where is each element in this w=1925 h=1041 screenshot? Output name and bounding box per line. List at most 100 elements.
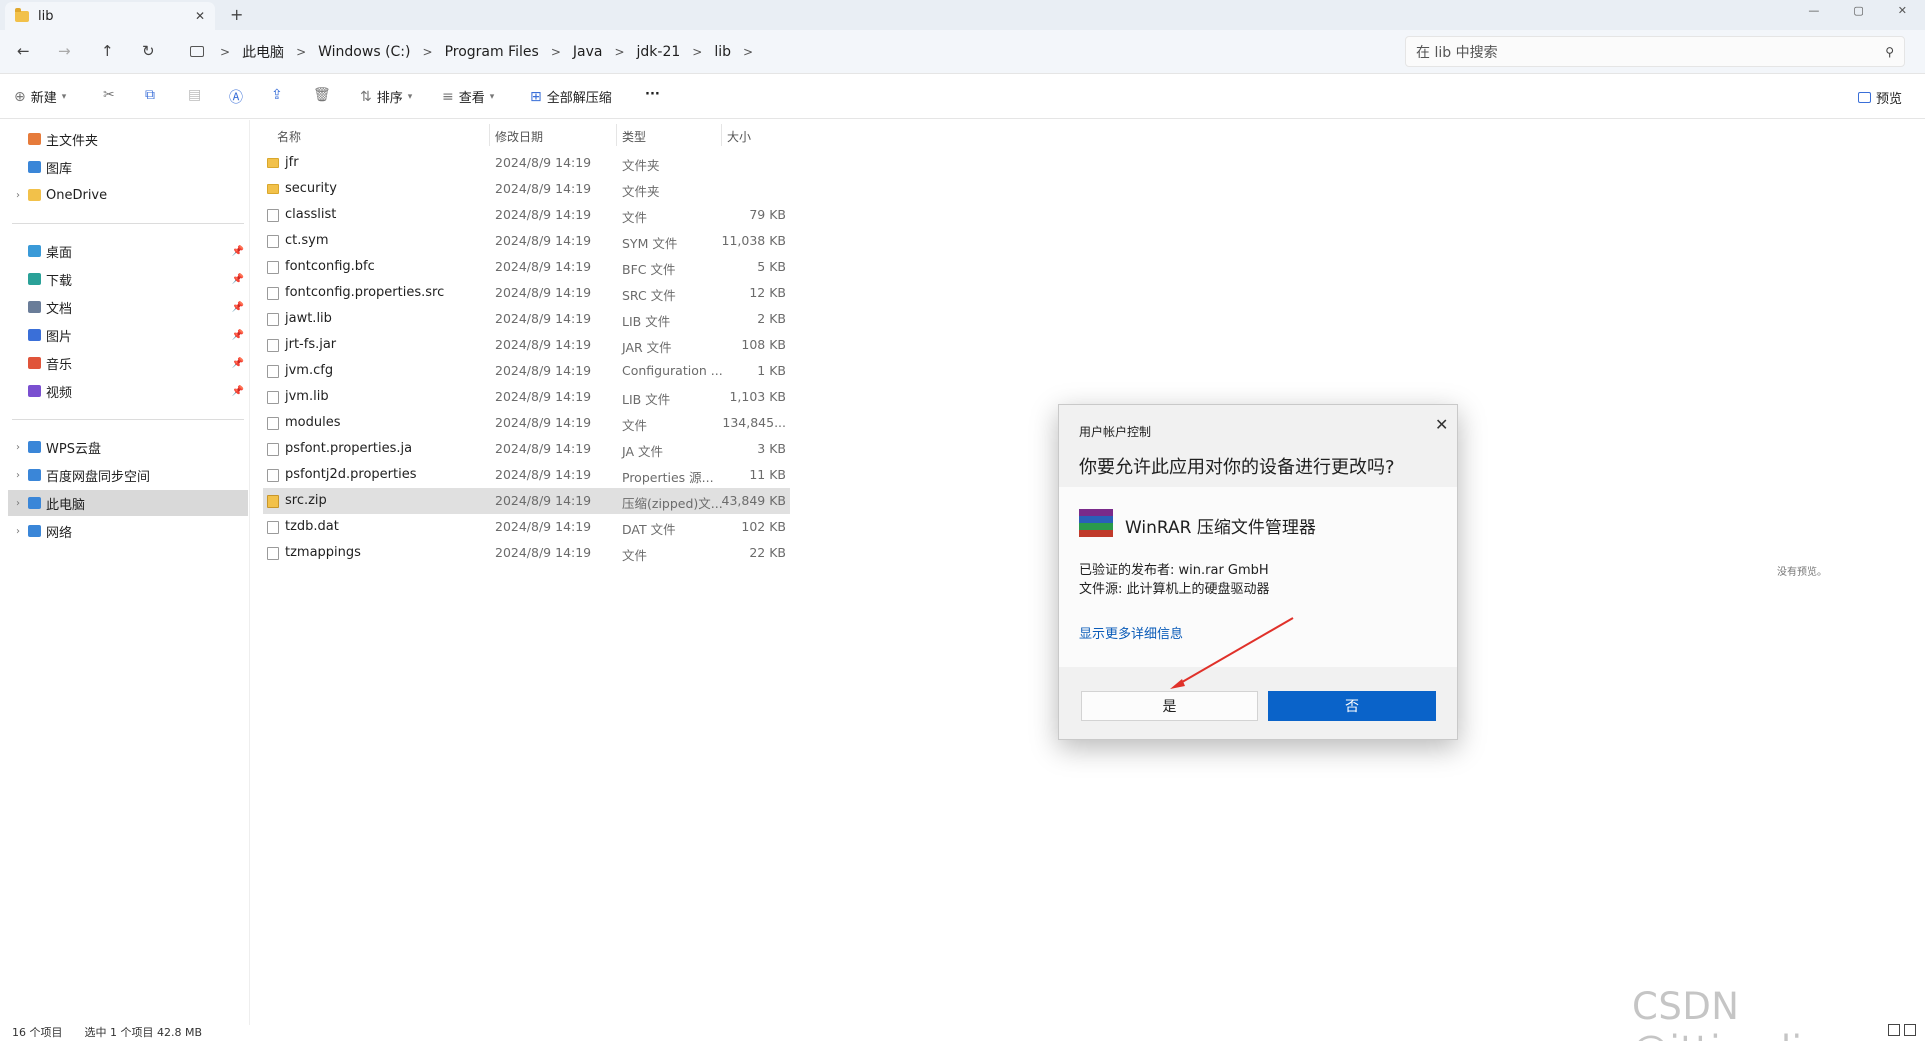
window-controls: — ▢ ✕ (1808, 4, 1907, 17)
sidebar-item[interactable]: 文档 📌 (8, 294, 248, 320)
sidebar-item[interactable]: 图库 (8, 154, 248, 180)
column-divider[interactable] (489, 124, 490, 146)
chevron-right-icon[interactable]: › (8, 190, 28, 201)
file-row[interactable]: tzmappings 2024/8/9 14:19 文件 22 KB (263, 540, 790, 566)
column-date[interactable]: 修改日期 (495, 124, 543, 148)
show-details-link[interactable]: 显示更多详细信息 (1079, 623, 1183, 642)
column-name[interactable]: 名称 (277, 124, 301, 148)
sidebar-item[interactable]: 下载 📌 (8, 266, 248, 292)
new-button[interactable]: ⊕ 新建 ▾ (14, 87, 66, 107)
forward-button[interactable]: → (58, 42, 71, 60)
search-placeholder: 在 lib 中搜索 (1416, 44, 1498, 61)
column-size[interactable]: 大小 (727, 124, 751, 148)
file-date: 2024/8/9 14:19 (495, 285, 592, 300)
chevron-right-icon[interactable]: › (8, 442, 28, 453)
file-row[interactable]: ct.sym 2024/8/9 14:19 SYM 文件 11,038 KB (263, 228, 790, 254)
chevron-right-icon[interactable]: > (608, 45, 630, 59)
chevron-right-icon[interactable]: > (417, 45, 439, 59)
file-type: SRC 文件 (622, 288, 676, 303)
refresh-button[interactable]: ↻ (142, 42, 155, 60)
copy-icon[interactable]: ⧉ (145, 87, 155, 103)
chevron-right-icon[interactable]: › (8, 470, 28, 481)
sidebar-item[interactable]: › 百度网盘同步空间 (8, 462, 248, 488)
cut-icon[interactable]: ✂ (103, 87, 115, 103)
breadcrumb-this-pc[interactable]: 此电脑 (236, 42, 290, 62)
view-button[interactable]: ≡ 查看 ▾ (442, 87, 494, 107)
file-row[interactable]: src.zip 2024/8/9 14:19 压缩(zipped)文... 43,84… (263, 488, 790, 514)
minimize-button[interactable]: — (1808, 4, 1819, 17)
file-row[interactable]: jrt-fs.jar 2024/8/9 14:19 JAR 文件 108 KB (263, 332, 790, 358)
yes-button[interactable]: 是 (1081, 691, 1258, 721)
paste-icon[interactable]: ▤ (188, 87, 201, 103)
file-name: psfontj2d.properties (285, 467, 417, 482)
file-row[interactable]: fontconfig.properties.src 2024/8/9 14:19 S… (263, 280, 790, 306)
sidebar-item[interactable]: › OneDrive (8, 182, 248, 208)
sidebar-item-label: WPS云盘 (46, 441, 101, 457)
breadcrumb-jdk21[interactable]: jdk-21 (631, 44, 687, 60)
sidebar-item-label: 图片 (46, 329, 73, 345)
network-icon (28, 525, 41, 537)
sidebar-item[interactable]: 图片 📌 (8, 322, 248, 348)
up-button[interactable]: ↑ (101, 42, 114, 60)
tab-lib[interactable]: lib ✕ (5, 2, 215, 30)
chevron-right-icon[interactable]: > (545, 45, 567, 59)
breadcrumb-program-files[interactable]: Program Files (439, 44, 545, 60)
file-row[interactable]: modules 2024/8/9 14:19 文件 134,845... (263, 410, 790, 436)
sidebar-item-label: 桌面 (46, 245, 73, 261)
file-row[interactable]: jawt.lib 2024/8/9 14:19 LIB 文件 2 KB (263, 306, 790, 332)
back-button[interactable]: ← (17, 42, 30, 60)
breadcrumb[interactable]: > 此电脑 > Windows (C:) > Program Files > J… (180, 36, 1392, 67)
file-row[interactable]: classlist 2024/8/9 14:19 文件 79 KB (263, 202, 790, 228)
sort-button[interactable]: ⇅ 排序 ▾ (360, 87, 412, 107)
file-type: JA 文件 (622, 444, 663, 459)
chevron-right-icon[interactable]: > (686, 45, 708, 59)
column-divider[interactable] (721, 124, 722, 146)
zip-file-icon (267, 495, 279, 508)
column-type[interactable]: 类型 (622, 124, 646, 148)
chevron-right-icon[interactable]: > (290, 45, 312, 59)
breadcrumb-java[interactable]: Java (567, 44, 609, 60)
file-row[interactable]: psfont.properties.ja 2024/8/9 14:19 JA 文件 3… (263, 436, 790, 462)
maximize-button[interactable]: ▢ (1853, 4, 1863, 17)
sidebar-item[interactable]: 音乐 📌 (8, 350, 248, 376)
sidebar-item[interactable]: 视频 📌 (8, 378, 248, 404)
file-row[interactable]: tzdb.dat 2024/8/9 14:19 DAT 文件 102 KB (263, 514, 790, 540)
file-date: 2024/8/9 14:19 (495, 233, 592, 248)
uac-publisher: 已验证的发布者: win.rar GmbH (1079, 563, 1269, 578)
pin-icon: 📌 (231, 273, 244, 285)
delete-icon[interactable]: 🗑 (313, 87, 331, 103)
no-button[interactable]: 否 (1268, 691, 1436, 721)
file-row[interactable]: jfr 2024/8/9 14:19 文件夹 (263, 150, 790, 176)
sidebar-item[interactable]: 主文件夹 (8, 126, 248, 152)
new-tab-button[interactable]: + (230, 5, 243, 24)
file-row[interactable]: security 2024/8/9 14:19 文件夹 (263, 176, 790, 202)
file-row[interactable]: jvm.lib 2024/8/9 14:19 LIB 文件 1,103 KB (263, 384, 790, 410)
chevron-right-icon[interactable]: > (214, 45, 236, 59)
file-row[interactable]: jvm.cfg 2024/8/9 14:19 Configuration ... 1 … (263, 358, 790, 384)
file-type: LIB 文件 (622, 314, 671, 329)
chevron-right-icon[interactable]: > (737, 45, 759, 59)
preview-button[interactable]: 预览 (1858, 88, 1902, 107)
sidebar-item[interactable]: › 网络 (8, 518, 248, 544)
selection-info: 选中 1 个项目 42.8 MB (84, 1026, 203, 1039)
column-divider[interactable] (616, 124, 617, 146)
sidebar-item[interactable]: › WPS云盘 (8, 434, 248, 460)
file-row[interactable]: fontconfig.bfc 2024/8/9 14:19 BFC 文件 5 KB (263, 254, 790, 280)
file-row[interactable]: psfontj2d.properties 2024/8/9 14:19 Proper… (263, 462, 790, 488)
breadcrumb-lib[interactable]: lib (708, 44, 737, 60)
search-input[interactable]: 在 lib 中搜索 ⚲ (1405, 36, 1905, 67)
extract-all-button[interactable]: ⊞ 全部解压缩 (530, 87, 612, 107)
breadcrumb-c-drive[interactable]: Windows (C:) (312, 44, 416, 60)
more-button[interactable]: ··· (645, 87, 660, 102)
sidebar-item[interactable]: 桌面 📌 (8, 238, 248, 264)
share-icon[interactable]: ⇪ (271, 87, 283, 103)
documents-icon (28, 301, 41, 313)
close-icon[interactable]: ✕ (1435, 415, 1448, 434)
tab-close-icon[interactable]: ✕ (195, 9, 205, 23)
chevron-right-icon[interactable]: › (8, 526, 28, 537)
rename-icon[interactable]: Ⓐ (229, 87, 243, 107)
file-size: 2 KB (757, 311, 786, 326)
chevron-right-icon[interactable]: › (8, 498, 28, 509)
close-window-button[interactable]: ✕ (1898, 4, 1907, 17)
sidebar-item[interactable]: › 此电脑 (8, 490, 248, 516)
